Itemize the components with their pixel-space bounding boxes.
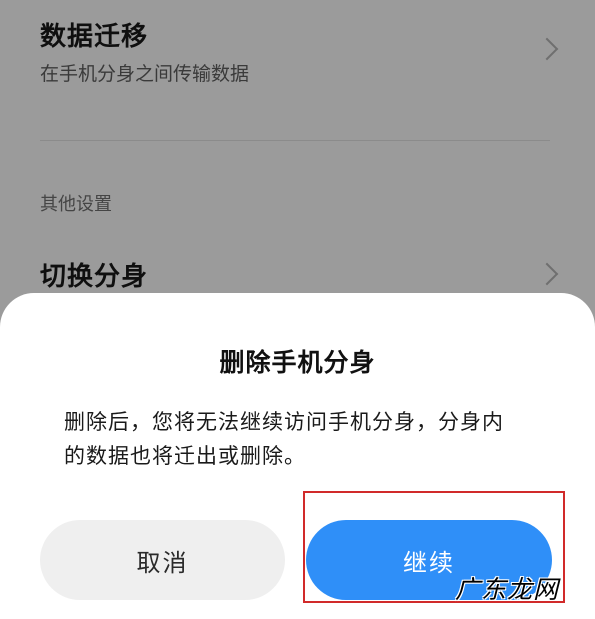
switch-title: 切换分身: [40, 262, 149, 292]
watermark: 广东龙网: [454, 575, 559, 604]
settings-item-data-migration[interactable]: 数据迁移 在手机分身之间传输数据: [40, 16, 559, 86]
migration-title: 数据迁移: [40, 22, 149, 52]
dialog-message: 删除后，您将无法继续访问手机分身，分身内的数据也将迁出或删除。: [64, 410, 504, 468]
delete-clone-dialog: 删除手机分身 删除后，您将无法继续访问手机分身，分身内的数据也将迁出或删除。 取…: [0, 293, 595, 619]
divider: [40, 140, 550, 141]
cancel-button[interactable]: 取消: [40, 520, 285, 600]
section-header-other-settings: 其他设置: [40, 194, 112, 215]
migration-subtitle: 在手机分身之间传输数据: [40, 63, 250, 85]
dialog-title: 删除手机分身: [219, 348, 376, 377]
settings-item-switch-clone[interactable]: 切换分身: [40, 256, 559, 293]
